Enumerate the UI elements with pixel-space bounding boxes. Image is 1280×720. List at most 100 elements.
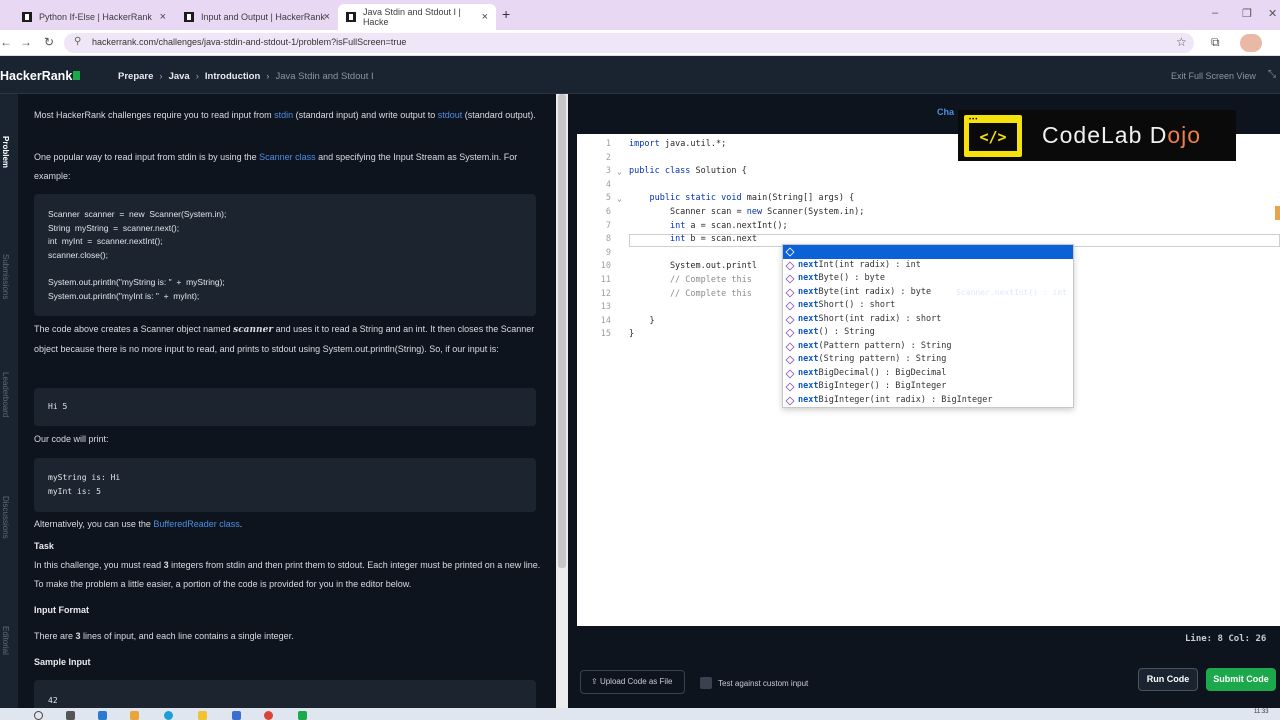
autocomplete-item[interactable]: nextBigInteger() : BigInteger bbox=[783, 380, 1073, 394]
sidenav-problem[interactable]: Problem bbox=[1, 136, 10, 168]
task-heading: Task bbox=[34, 541, 54, 551]
autocomplete-item[interactable]: nextByte() : byte bbox=[783, 272, 1073, 286]
method-icon bbox=[785, 368, 795, 379]
stdin-link[interactable]: stdin bbox=[274, 110, 293, 120]
exit-fullscreen-link[interactable]: Exit Full Screen View bbox=[1171, 71, 1256, 81]
new-tab-icon[interactable]: + bbox=[502, 6, 510, 22]
breadcrumb-introduction[interactable]: Introduction bbox=[205, 71, 260, 82]
paragraph: Alternatively, you can use the BufferedR… bbox=[34, 519, 243, 529]
problem-scrollbar[interactable] bbox=[558, 94, 566, 568]
edge-icon[interactable] bbox=[164, 711, 173, 720]
cursor-position: Line: 8 Col: 26 bbox=[1185, 634, 1267, 644]
mail-icon[interactable] bbox=[232, 711, 241, 720]
collapse-icon[interactable]: ⤡ bbox=[1268, 69, 1276, 80]
sidenav-leaderboard[interactable]: Leaderboard bbox=[1, 372, 10, 417]
method-icon bbox=[785, 260, 795, 271]
store-icon[interactable] bbox=[98, 711, 107, 720]
fold-icon: ⌄ bbox=[617, 167, 622, 176]
breadcrumb-prepare[interactable]: Prepare bbox=[118, 71, 153, 82]
close-window-icon[interactable]: ✕ bbox=[1268, 7, 1277, 20]
autocomplete-item-selected[interactable]: nextInt() : int Scanner.nextInt() : int bbox=[783, 245, 1073, 297]
hackerrank-logo[interactable]: HackerRank bbox=[0, 69, 81, 83]
paragraph: Most HackerRank challenges require you t… bbox=[34, 110, 536, 120]
sample-input-code-block: 42 bbox=[34, 680, 536, 708]
task-view-icon[interactable] bbox=[66, 711, 75, 720]
method-icon bbox=[785, 355, 795, 365]
sidenav-discussions[interactable]: Discussions bbox=[1, 496, 10, 539]
forward-icon[interactable]: → bbox=[20, 35, 32, 49]
autocomplete-item[interactable]: next() : String bbox=[783, 326, 1073, 340]
paragraph: One popular way to read input from stdin… bbox=[34, 152, 518, 181]
hackerrank-favicon-icon bbox=[346, 12, 356, 22]
file-explorer-icon[interactable] bbox=[198, 711, 207, 720]
breadcrumb-current: Java Stdin and Stdout I bbox=[275, 71, 374, 82]
breadcrumb: Prepare › Java › Introduction › Java Stdin and… bbox=[118, 71, 374, 82]
avatar[interactable] bbox=[1240, 34, 1262, 52]
browser-tab[interactable]: Input and Output | HackerRank × bbox=[176, 4, 338, 30]
sidenav-editorial[interactable]: Editorial bbox=[1, 626, 10, 655]
search-icon[interactable] bbox=[34, 711, 43, 720]
code-line: 3 ⌄ public class Solution { bbox=[577, 165, 1280, 179]
custom-input-checkbox[interactable] bbox=[700, 677, 712, 689]
minimize-icon[interactable]: – bbox=[1212, 7, 1218, 19]
close-tab-icon[interactable]: × bbox=[324, 11, 330, 23]
hackerrank-favicon-icon bbox=[184, 12, 194, 22]
bufferedreader-link[interactable]: BufferedReader class bbox=[153, 519, 239, 529]
change-theme-link[interactable]: Cha bbox=[937, 107, 954, 117]
method-icon bbox=[785, 314, 795, 325]
browser-tab[interactable]: Python If-Else | HackerRank × bbox=[14, 4, 174, 30]
autocomplete-item[interactable]: nextShort(int radix) : short bbox=[783, 313, 1073, 327]
stdout-link[interactable]: stdout bbox=[438, 110, 463, 120]
autocomplete-item[interactable]: next(String pattern) : String bbox=[783, 353, 1073, 367]
method-icon bbox=[785, 341, 795, 352]
autocomplete-popup: nextInt() : int Scanner.nextInt() : int … bbox=[782, 244, 1074, 408]
autocomplete-item[interactable]: nextBigDecimal() : BigDecimal bbox=[783, 367, 1073, 381]
browser-tab-bar: Python If-Else | HackerRank × Input and … bbox=[0, 0, 1280, 30]
browser-tab-active[interactable]: Java Stdin and Stdout I | Hacke × bbox=[338, 4, 496, 30]
address-bar: ← → ↻ ⚲ hackerrank.com/challenges/java-s… bbox=[0, 30, 1280, 56]
codelab-dojo-banner: ••• </> CodeLab Dojo bbox=[958, 110, 1236, 161]
method-icon bbox=[785, 395, 795, 406]
app-icon[interactable] bbox=[298, 711, 307, 720]
site-header: HackerRank Prepare › Java › Introduction › Jav… bbox=[0, 56, 1280, 94]
code-example-block: Scanner scanner = new Scanner(System.in)… bbox=[34, 194, 536, 316]
sidenav-submissions[interactable]: Submissions bbox=[1, 254, 10, 299]
chrome-icon[interactable] bbox=[264, 711, 273, 720]
autocomplete-item[interactable]: nextShort() : short bbox=[783, 299, 1073, 313]
run-code-button[interactable]: Run Code bbox=[1138, 668, 1198, 691]
input-format-heading: Input Format bbox=[34, 605, 89, 615]
scanner-class-link[interactable]: Scanner class bbox=[259, 152, 316, 162]
autocomplete-item[interactable]: next(Pattern pattern) : String bbox=[783, 340, 1073, 354]
close-tab-icon[interactable]: × bbox=[482, 11, 488, 23]
close-tab-icon[interactable]: × bbox=[160, 11, 166, 23]
autocomplete-item[interactable]: nextByte(int radix) : byte bbox=[783, 286, 1073, 300]
chevron-right-icon: › bbox=[159, 71, 163, 82]
chevron-right-icon: › bbox=[195, 71, 199, 82]
photos-icon[interactable] bbox=[130, 711, 139, 720]
autocomplete-item[interactable]: nextBigInteger(int radix) : BigInteger bbox=[783, 394, 1073, 408]
chevron-right-icon: › bbox=[266, 71, 270, 82]
code-line: 6 Scanner scan = new Scanner(System.in); bbox=[605, 207, 865, 217]
extensions-icon[interactable]: ⧉ bbox=[1211, 35, 1220, 50]
autocomplete-item[interactable]: nextInt(int radix) : int bbox=[783, 259, 1073, 273]
submit-code-button[interactable]: Submit Code bbox=[1206, 668, 1276, 691]
problem-statement: Most HackerRank challenges require you t… bbox=[18, 94, 556, 708]
breadcrumb-java[interactable]: Java bbox=[169, 71, 190, 82]
site-info-icon[interactable]: ⚲ bbox=[74, 36, 81, 47]
maximize-icon[interactable]: ❐ bbox=[1242, 7, 1252, 20]
custom-input-label[interactable]: Test against custom input bbox=[718, 679, 808, 688]
paragraph: There are 3 lines of input, and each lin… bbox=[34, 631, 294, 641]
banner-text: CodeLab Dojo bbox=[1042, 122, 1202, 148]
code-line: 4 bbox=[605, 180, 611, 190]
upload-icon: ⇪ bbox=[591, 677, 600, 686]
back-icon[interactable]: ← bbox=[0, 35, 12, 49]
reload-icon[interactable]: ↻ bbox=[44, 35, 54, 49]
method-icon bbox=[785, 328, 795, 338]
url-field[interactable]: ⚲ hackerrank.com/challenges/java-stdin-a… bbox=[64, 33, 1194, 53]
sample-input-block: Hi 5 bbox=[34, 388, 536, 426]
hackerrank-favicon-icon bbox=[22, 12, 32, 22]
upload-code-button[interactable]: ⇪ Upload Code as File bbox=[580, 670, 685, 694]
side-nav: Problem Submissions Leaderboard Discussi… bbox=[0, 94, 18, 708]
bookmark-star-icon[interactable]: ☆ bbox=[1176, 35, 1187, 49]
logo-square-icon bbox=[73, 71, 81, 80]
